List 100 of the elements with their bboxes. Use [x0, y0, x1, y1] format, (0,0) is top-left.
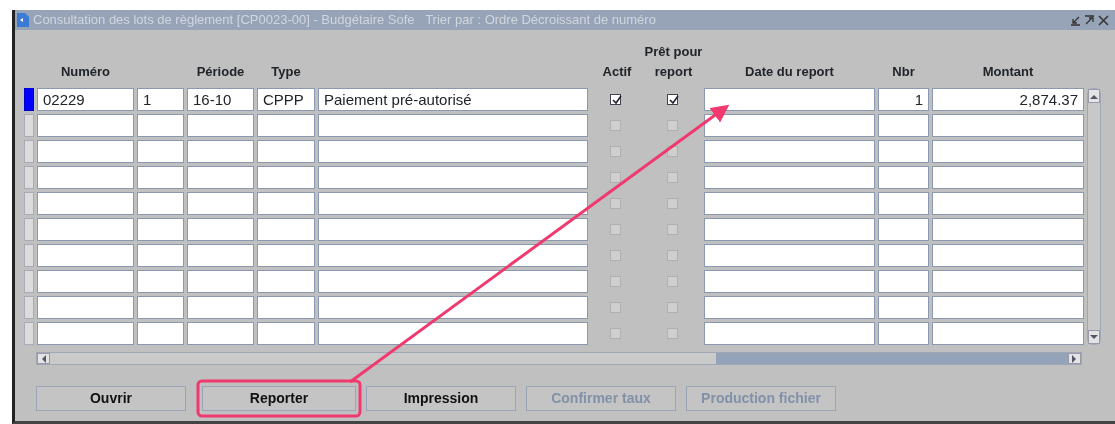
- table-cell[interactable]: [318, 166, 588, 189]
- checkbox[interactable]: [610, 145, 624, 158]
- checkbox[interactable]: [666, 197, 681, 210]
- minimize-icon[interactable]: [1070, 14, 1081, 26]
- table-cell[interactable]: [187, 192, 254, 215]
- table-cell[interactable]: [137, 114, 184, 137]
- table-cell[interactable]: [704, 88, 875, 111]
- horizontal-scrollbar[interactable]: [36, 352, 1082, 365]
- table-cell[interactable]: [257, 218, 315, 241]
- table-cell[interactable]: [137, 140, 184, 163]
- table-cell[interactable]: [37, 270, 134, 293]
- table-cell[interactable]: [318, 270, 588, 293]
- table-cell[interactable]: CPPP: [257, 88, 315, 111]
- table-cell[interactable]: [932, 166, 1084, 189]
- scroll-down-button[interactable]: [1088, 330, 1100, 344]
- record-indicator[interactable]: [24, 218, 34, 241]
- scroll-thumb[interactable]: [50, 353, 716, 364]
- checkbox[interactable]: [610, 93, 624, 106]
- table-cell[interactable]: [704, 296, 875, 319]
- close-icon[interactable]: [1098, 14, 1109, 26]
- scroll-up-button[interactable]: [1088, 89, 1100, 103]
- record-indicator[interactable]: [24, 114, 34, 137]
- action-button[interactable]: Reporter: [202, 386, 356, 411]
- table-cell[interactable]: [37, 218, 134, 241]
- checkbox[interactable]: [610, 275, 624, 288]
- table-cell[interactable]: [932, 140, 1084, 163]
- table-cell[interactable]: [704, 244, 875, 267]
- table-cell[interactable]: [187, 270, 254, 293]
- table-cell[interactable]: [257, 270, 315, 293]
- table-cell[interactable]: [137, 166, 184, 189]
- record-indicator[interactable]: [24, 322, 34, 345]
- table-cell[interactable]: [932, 218, 1084, 241]
- table-cell[interactable]: [318, 218, 588, 241]
- table-cell[interactable]: [257, 296, 315, 319]
- record-indicator[interactable]: [24, 140, 34, 163]
- checkbox[interactable]: [610, 327, 624, 340]
- table-cell[interactable]: [37, 192, 134, 215]
- record-indicator[interactable]: [24, 166, 34, 189]
- action-button[interactable]: Ouvrir: [36, 386, 186, 411]
- record-indicator[interactable]: [24, 270, 34, 293]
- table-cell[interactable]: [187, 166, 254, 189]
- table-cell[interactable]: [318, 192, 588, 215]
- checkbox[interactable]: [666, 301, 681, 314]
- table-cell[interactable]: [704, 218, 875, 241]
- scroll-left-button[interactable]: [37, 353, 50, 364]
- checkbox[interactable]: [610, 249, 624, 262]
- table-cell[interactable]: [932, 322, 1084, 345]
- scroll-right-button[interactable]: [1068, 353, 1081, 364]
- checkbox[interactable]: [666, 275, 681, 288]
- action-button[interactable]: Impression: [366, 386, 516, 411]
- table-cell[interactable]: 02229: [37, 88, 134, 111]
- table-cell[interactable]: 2,874.37: [932, 88, 1084, 111]
- table-cell[interactable]: [704, 322, 875, 345]
- table-cell[interactable]: [37, 140, 134, 163]
- table-cell[interactable]: [257, 244, 315, 267]
- table-cell[interactable]: [257, 140, 315, 163]
- table-cell[interactable]: [878, 192, 929, 215]
- table-cell[interactable]: [704, 166, 875, 189]
- table-cell[interactable]: [257, 192, 315, 215]
- record-indicator[interactable]: [24, 296, 34, 319]
- checkbox[interactable]: [666, 145, 681, 158]
- checkbox[interactable]: [610, 119, 624, 132]
- table-cell[interactable]: [137, 218, 184, 241]
- table-cell[interactable]: [137, 244, 184, 267]
- table-cell[interactable]: [37, 166, 134, 189]
- table-cell[interactable]: [137, 322, 184, 345]
- table-cell[interactable]: [932, 192, 1084, 215]
- table-cell[interactable]: [318, 296, 588, 319]
- table-cell[interactable]: [704, 270, 875, 293]
- table-cell[interactable]: [137, 296, 184, 319]
- table-cell[interactable]: [257, 166, 315, 189]
- table-cell[interactable]: [878, 166, 929, 189]
- checkbox[interactable]: [610, 301, 624, 314]
- vertical-scrollbar[interactable]: [1087, 88, 1101, 345]
- table-cell[interactable]: [932, 296, 1084, 319]
- table-cell[interactable]: [318, 114, 588, 137]
- table-cell[interactable]: [878, 114, 929, 137]
- table-cell[interactable]: [187, 322, 254, 345]
- table-cell[interactable]: [878, 270, 929, 293]
- checkbox[interactable]: [666, 249, 681, 262]
- table-cell[interactable]: [257, 114, 315, 137]
- table-cell[interactable]: 1: [878, 88, 929, 111]
- checkbox[interactable]: [666, 327, 681, 340]
- checkbox[interactable]: [666, 93, 681, 106]
- table-cell[interactable]: [187, 218, 254, 241]
- table-cell[interactable]: [318, 140, 588, 163]
- table-cell[interactable]: [187, 244, 254, 267]
- table-cell[interactable]: [704, 114, 875, 137]
- checkbox[interactable]: [610, 223, 624, 236]
- checkbox[interactable]: [666, 223, 681, 236]
- table-cell[interactable]: 16-10: [187, 88, 254, 111]
- record-indicator[interactable]: [24, 244, 34, 267]
- table-cell[interactable]: [257, 322, 315, 345]
- table-cell[interactable]: 1: [137, 88, 184, 111]
- table-cell[interactable]: Paiement pré-autorisé: [318, 88, 588, 111]
- table-cell[interactable]: [137, 270, 184, 293]
- checkbox[interactable]: [666, 119, 681, 132]
- checkbox[interactable]: [610, 197, 624, 210]
- table-cell[interactable]: [932, 244, 1084, 267]
- table-cell[interactable]: [878, 322, 929, 345]
